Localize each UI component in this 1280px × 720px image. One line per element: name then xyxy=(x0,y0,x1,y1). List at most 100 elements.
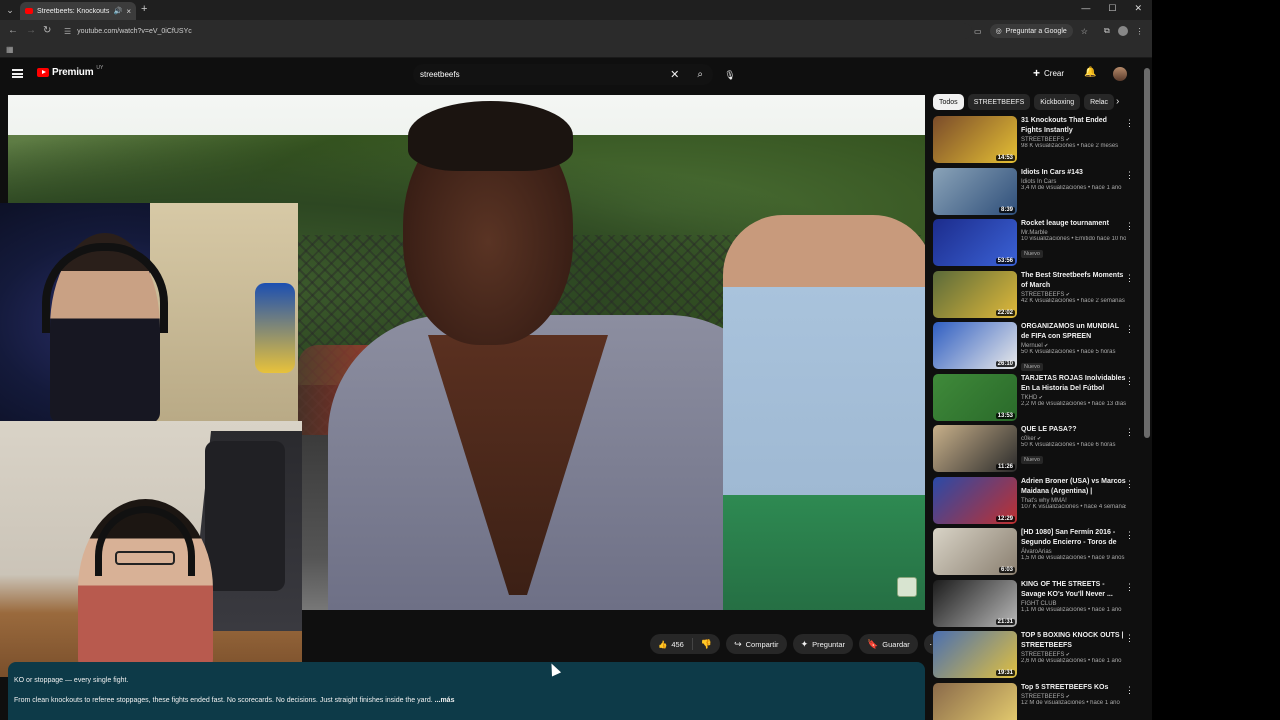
forward-icon[interactable]: → xyxy=(26,25,36,36)
kebab-menu-icon[interactable]: ⋮ xyxy=(1125,273,1134,284)
notifications-bell-icon[interactable]: 🔔 xyxy=(1084,67,1096,78)
reload-icon[interactable]: ↻ xyxy=(43,25,51,36)
bookmark-star-icon[interactable]: ☆ xyxy=(1081,27,1088,36)
cast-icon[interactable]: ▭ xyxy=(974,27,982,36)
video-title[interactable]: Top 5 STREETBEEFS KOs xyxy=(1021,683,1126,693)
avatar[interactable] xyxy=(1113,67,1127,81)
minimize-icon[interactable]: — xyxy=(1081,3,1090,14)
video-thumbnail[interactable]: 13:53 xyxy=(933,373,1017,421)
save-label: Guardar xyxy=(882,639,910,649)
list-item[interactable]: 12:29 Adrien Broner (USA) vs Marcos Maida… xyxy=(933,476,1138,529)
kebab-menu-icon[interactable]: ⋮ xyxy=(1125,633,1134,644)
video-title[interactable]: KING OF THE STREETS - Savage KO's You'll… xyxy=(1021,580,1126,600)
video-thumbnail[interactable]: 11:26 xyxy=(933,425,1017,472)
video-title[interactable]: TOP 5 BOXING KNOCK OUTS | STREETBEEFS xyxy=(1021,631,1126,651)
kebab-menu-icon[interactable]: ⋮ xyxy=(1125,324,1134,335)
video-thumbnail[interactable]: 8:39 xyxy=(933,167,1017,215)
list-item[interactable]: 26:10 ORGANIZAMOS un MUNDIAL de FIFA con … xyxy=(933,322,1138,374)
extensions-icon[interactable]: ⧉ xyxy=(1104,26,1110,36)
save-button[interactable]: 🔖 Guardar xyxy=(859,634,918,654)
video-title[interactable]: Idiots In Cars #143 xyxy=(1021,168,1126,178)
video-thumbnail[interactable]: 26:10 xyxy=(933,322,1017,369)
chevron-right-icon[interactable]: › xyxy=(1116,96,1119,107)
hamburger-menu-icon[interactable] xyxy=(12,69,23,78)
filter-chip[interactable]: Kickboxing xyxy=(1034,94,1081,110)
browser-profile-avatar[interactable] xyxy=(1117,26,1128,36)
video-thumbnail[interactable]: 6:03 xyxy=(933,528,1017,575)
filter-chip[interactable]: Relac xyxy=(1084,94,1115,110)
video-title[interactable]: 31 Knockouts That Ended Fights Instantly xyxy=(1021,116,1126,136)
url-field[interactable]: ☰ youtube.com/watch?v=eV_0iCfUSYc xyxy=(60,23,972,39)
kebab-menu-icon[interactable]: ⋮ xyxy=(1125,685,1134,696)
browser-menu-icon[interactable]: ⋮ xyxy=(1136,27,1144,36)
kebab-menu-icon[interactable]: ⋮ xyxy=(1125,530,1134,541)
search-box[interactable]: streetbeefs ✕ ⌕ xyxy=(413,64,713,85)
create-button[interactable]: + Crear xyxy=(1033,67,1064,79)
video-thumbnail[interactable]: 21:31 xyxy=(933,579,1017,627)
kebab-menu-icon[interactable]: ⋮ xyxy=(1125,170,1134,181)
kebab-menu-icon[interactable]: ⋮ xyxy=(1125,118,1134,129)
scrollbar-thumb[interactable] xyxy=(1144,68,1150,438)
description-line-2: From clean knockouts to referee stoppage… xyxy=(14,697,919,704)
video-title[interactable]: Adrien Broner (USA) vs Marcos Maidana (A… xyxy=(1021,477,1126,497)
video-title[interactable]: Rocket leauge tournament xyxy=(1021,219,1126,229)
list-item[interactable]: Top 5 STREETBEEFS KOs STREETBEEFS ✔ 12 M d… xyxy=(933,682,1138,720)
tab-search-icon[interactable]: ⌄ xyxy=(4,4,16,16)
dislike-button[interactable]: 👎 xyxy=(693,639,720,650)
video-thumbnail[interactable]: 14:53 xyxy=(933,116,1017,163)
video-thumbnail[interactable] xyxy=(933,682,1017,720)
video-meta: Idiots In Cars #143 Idiots In Cars 3,4 M d… xyxy=(1021,168,1138,220)
ask-google-button[interactable]: ◎ Preguntar a Google xyxy=(989,24,1073,38)
list-item[interactable]: 11:26 QUE LE PASA?? c0ker ✔ 50 K visualizac… xyxy=(933,425,1138,477)
kebab-menu-icon[interactable]: ⋮ xyxy=(1125,376,1134,387)
video-thumbnail[interactable]: 12:29 xyxy=(933,476,1017,524)
description-box[interactable]: KO or stoppage — every single fight. Fro… xyxy=(8,662,925,720)
kebab-menu-icon[interactable]: ⋮ xyxy=(1125,582,1134,593)
video-title[interactable]: The Best Streetbeefs Moments of March xyxy=(1021,271,1126,291)
video-title[interactable]: QUE LE PASA?? xyxy=(1021,425,1126,435)
kebab-menu-icon[interactable]: ⋮ xyxy=(1125,221,1134,232)
video-duration: 22:02 xyxy=(995,309,1015,316)
audio-icon[interactable]: 🔊 xyxy=(114,7,123,15)
video-meta: Rocket leauge tournament Mr.Marble 10 visu… xyxy=(1021,219,1138,271)
list-item[interactable]: 53:56 Rocket leauge tournament Mr.Marble 10… xyxy=(933,219,1138,271)
filter-chip[interactable]: Todos xyxy=(933,94,964,110)
video-thumbnail[interactable]: 19:31 xyxy=(933,631,1017,678)
apps-grid-icon[interactable]: ▦ xyxy=(6,45,14,54)
list-item[interactable]: 6:03 [HD 1080] San Fermín 2016 - Segundo … xyxy=(933,528,1138,580)
search-icon[interactable]: ⌕ xyxy=(697,69,703,80)
kebab-menu-icon[interactable]: ⋮ xyxy=(1125,427,1134,438)
new-tab-icon[interactable]: + xyxy=(141,3,147,15)
list-item[interactable]: 14:53 31 Knockouts That Ended Fights Inst… xyxy=(933,116,1138,168)
back-icon[interactable]: ← xyxy=(8,25,18,36)
channel-watermark-icon[interactable] xyxy=(897,577,917,597)
close-tab-icon[interactable]: × xyxy=(126,7,131,16)
list-item[interactable]: 22:02 The Best Streetbeefs Moments of Mar… xyxy=(933,270,1138,323)
kebab-menu-icon[interactable]: ⋮ xyxy=(1125,479,1134,490)
show-more-link[interactable]: ...más xyxy=(435,697,455,704)
ask-button[interactable]: ✦ Preguntar xyxy=(792,634,854,654)
share-button[interactable]: ↪ Compartir xyxy=(726,634,787,654)
microphone-icon[interactable]: 🎙 xyxy=(721,66,739,84)
site-info-icon[interactable]: ☰ xyxy=(64,27,71,36)
close-window-icon[interactable]: ✕ xyxy=(1134,3,1142,14)
filter-chip[interactable]: STREETBEEFS xyxy=(967,94,1031,110)
list-item[interactable]: 19:31 TOP 5 BOXING KNOCK OUTS | STREETBEE… xyxy=(933,631,1138,683)
video-stats: 2,2 M de visualizaciones • hace 13 días xyxy=(1021,400,1126,407)
maximize-icon[interactable]: ☐ xyxy=(1108,3,1116,14)
list-item[interactable]: 8:39 Idiots In Cars #143 Idiots In Cars 3,4… xyxy=(933,167,1138,220)
video-title[interactable]: ORGANIZAMOS un MUNDIAL de FIFA con SPREE… xyxy=(1021,322,1126,342)
youtube-premium-logo[interactable]: Premium UY xyxy=(37,65,103,78)
video-title[interactable]: [HD 1080] San Fermín 2016 - Segundo Enci… xyxy=(1021,528,1126,548)
like-button[interactable]: 👍 456 xyxy=(650,638,693,650)
clear-search-icon[interactable]: ✕ xyxy=(670,68,679,81)
browser-tab[interactable]: Streetbeefs: Knockouts & S 🔊 × xyxy=(20,2,136,20)
list-item[interactable]: 13:53 TARJETAS ROJAS Inolvidables En La H… xyxy=(933,373,1138,426)
video-thumbnail[interactable]: 53:56 xyxy=(933,219,1017,266)
description-line-1: KO or stoppage — every single fight. xyxy=(14,677,129,684)
search-input[interactable]: streetbeefs xyxy=(420,70,670,79)
video-thumbnail[interactable]: 22:02 xyxy=(933,270,1017,318)
list-item[interactable]: 21:31 KING OF THE STREETS - Savage KO's Y… xyxy=(933,579,1138,632)
video-title[interactable]: TARJETAS ROJAS Inolvidables En La Histor… xyxy=(1021,374,1126,394)
video-stats: 42 K visualizaciones • hace 2 semanas xyxy=(1021,297,1125,304)
